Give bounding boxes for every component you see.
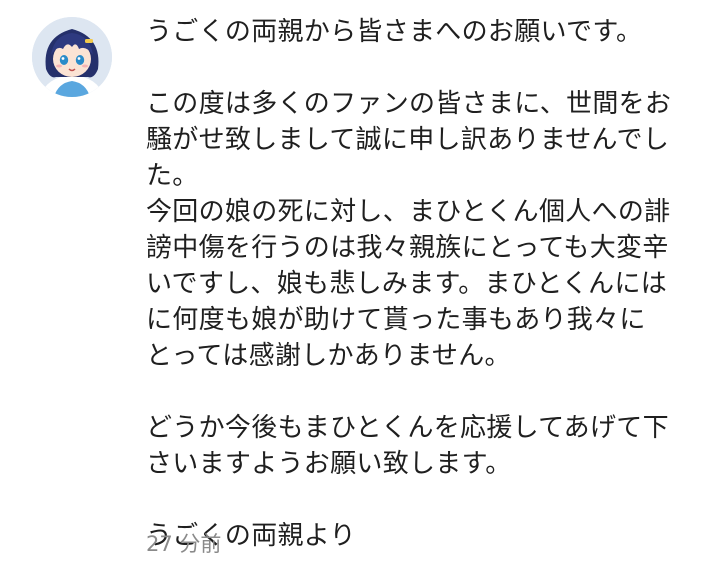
comment-line: 騒がせ致しまして誠に申し訳ありませんでし [146, 125, 670, 155]
comment-line: どうか今後もまひとくんを応援してあげて下 [146, 413, 669, 443]
anime-avatar-icon [32, 17, 112, 97]
comment: うごくの両親から皆さまへのお願いです。 この度は多くのファンの皆さまに、世間をお… [0, 0, 720, 577]
comment-signature: うごくの両親より [146, 521, 356, 551]
comment-line: た。 [146, 161, 199, 191]
avatar[interactable] [32, 17, 112, 97]
comment-line: に何度も娘が助けて貰った事もあり我々に [146, 305, 646, 335]
comment-line: 今回の娘の死に対し、まひとくん個人への誹 [146, 197, 671, 227]
comment-line: 謗中傷を行うのは我々親族にとっても大変辛 [146, 233, 669, 263]
comment-body: うごくの両親から皆さまへのお願いです。 この度は多くのファンの皆さまに、世間をお… [146, 14, 706, 554]
comment-greeting: うごくの両親から皆さまへのお願いです。 [146, 17, 643, 47]
comment-line: さいますようお願い致します。 [146, 449, 512, 479]
comment-timestamp: 27 分前 [146, 532, 222, 556]
comment-line: とっては感謝しかありません。 [146, 341, 511, 371]
comment-line: いですし、娘も悲しみます。まひとくんには [146, 269, 668, 299]
comment-line: この度は多くのファンの皆さまに、世間をお [146, 89, 672, 119]
